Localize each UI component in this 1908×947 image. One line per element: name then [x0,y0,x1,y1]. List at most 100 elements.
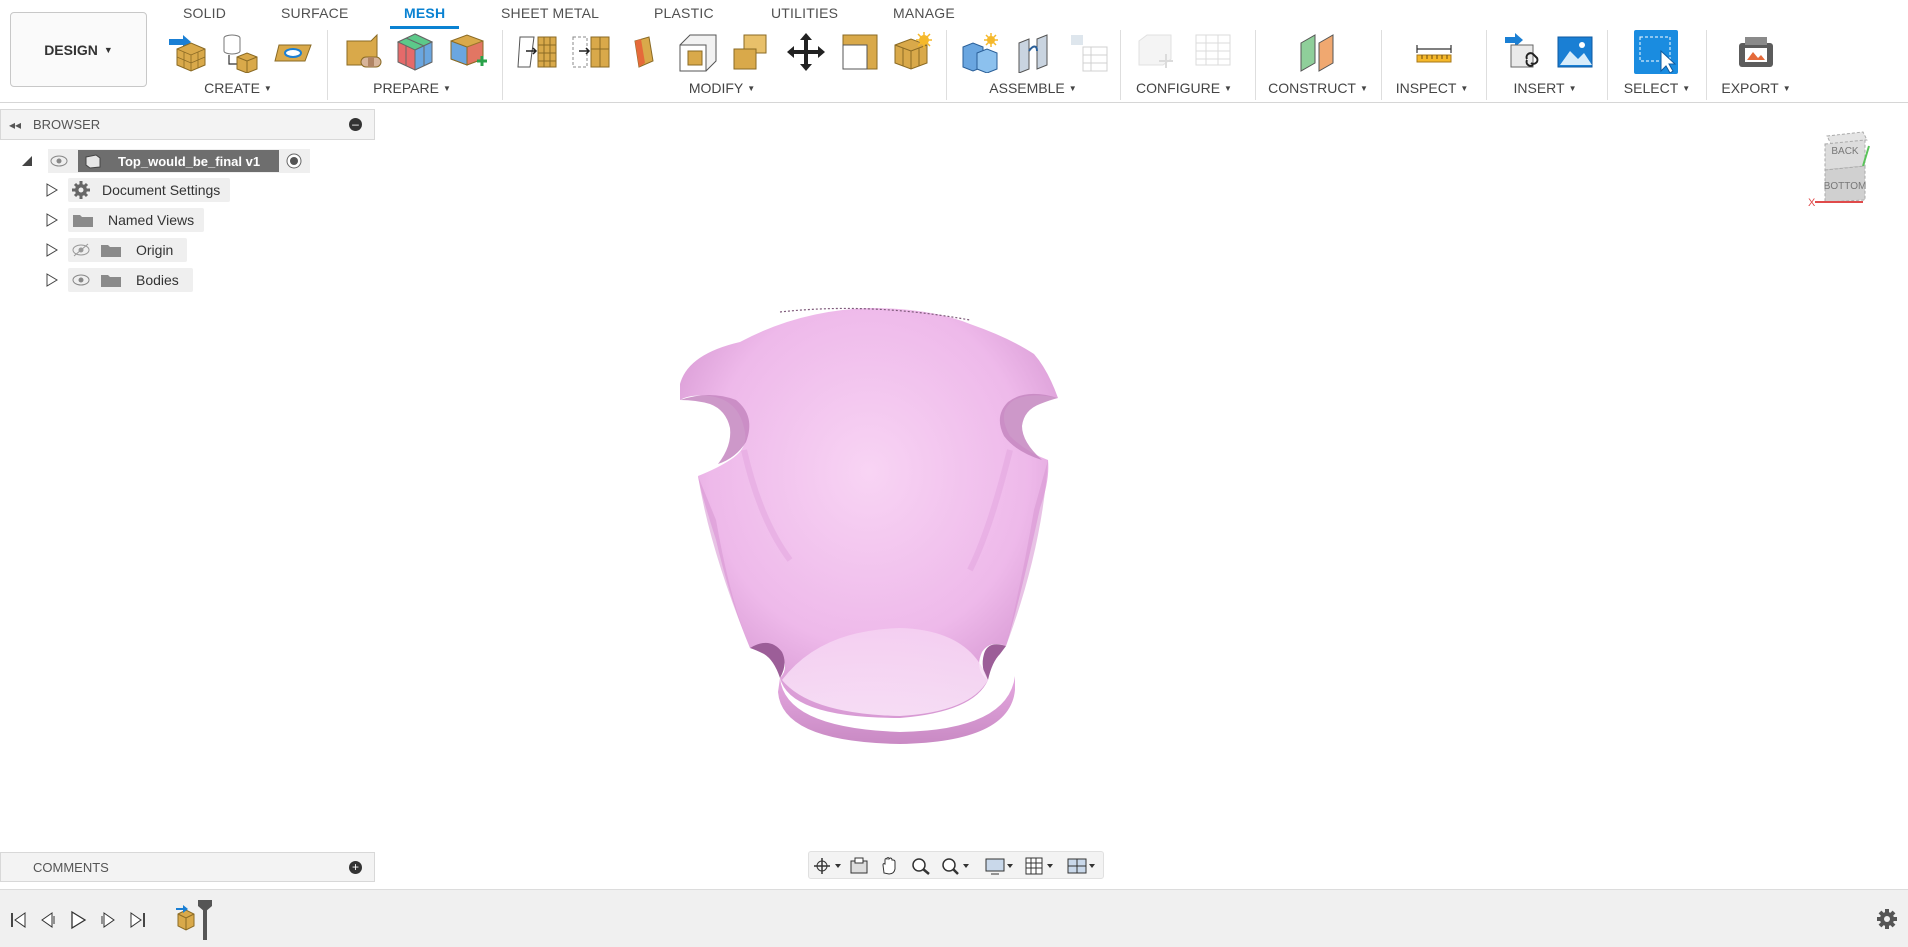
tab-plastic[interactable]: PLASTIC [654,4,714,26]
select-menu[interactable]: SELECT ▼ [1624,80,1690,96]
inspect-menu[interactable]: INSPECT ▼ [1396,80,1469,96]
visibility-eye-icon[interactable] [50,154,68,173]
construct-menu[interactable]: CONSTRUCT ▼ [1268,80,1368,96]
tab-utilities[interactable]: UTILITIES [771,4,838,26]
visibility-eye-icon[interactable] [72,273,90,287]
export-tool[interactable] [1734,30,1778,74]
measure-tool[interactable] [1412,30,1456,74]
erase-and-fill-tool[interactable] [622,30,666,74]
configure-menu[interactable]: CONFIGURE ▼ [1136,80,1232,96]
face-groups-icon [450,34,487,66]
scale-tool[interactable] [838,30,882,74]
tab-manage[interactable]: MANAGE [893,4,955,26]
play-button[interactable] [68,910,90,930]
convert-mesh-tool[interactable] [890,30,934,74]
workspace-switcher[interactable]: DESIGN ▼ [10,12,147,87]
remesh-tool[interactable] [393,30,437,74]
grid-snaps-button[interactable] [1025,857,1055,875]
reduce-tool[interactable] [568,30,612,74]
tree-expander[interactable] [46,243,58,262]
image-icon [1557,36,1593,68]
configure-table-tool[interactable] [1134,30,1178,74]
tab-mesh[interactable]: MESH [390,4,460,29]
tree-expander[interactable] [46,213,58,232]
separator [1486,30,1487,100]
modify-menu[interactable]: MODIFY ▼ [689,80,755,96]
remesh-icon [396,33,434,71]
tree-item-bodies[interactable]: Bodies [68,267,193,293]
hidden-eye-icon[interactable] [72,243,90,257]
shell-tool[interactable] [675,30,719,74]
collapsed-triangle-icon [46,243,58,257]
select-box-icon [1639,36,1677,73]
tree-root-expander[interactable] [22,154,34,166]
first-icon [11,912,26,928]
tree-expander[interactable] [46,273,58,292]
tree-expander[interactable] [46,183,58,202]
orbit-icon [814,858,841,874]
view-cube[interactable]: BACK BOTTOM X [1805,128,1885,209]
separator [502,30,503,100]
look-at-button[interactable] [849,857,879,875]
tree-item-origin[interactable]: Origin [68,237,188,263]
collapse-panel-icon[interactable]: ◂◂ [9,118,27,132]
export-menu[interactable]: EXPORT ▼ [1721,80,1790,96]
insert-mesh-icon [169,35,206,72]
axis-x-label: X [1808,197,1816,208]
play-icon [71,910,87,930]
separator [1706,30,1707,100]
new-component-tool[interactable] [958,30,1002,74]
tree-item-document-settings[interactable]: Document Settings [68,177,231,203]
timeline-settings-button[interactable] [1876,908,1898,930]
zoom-button[interactable] [911,857,941,875]
tree-item-named-views[interactable]: Named Views [68,207,205,233]
collapsed-triangle-icon [46,273,58,287]
configure-rule-tool[interactable] [1191,30,1235,74]
display-settings-button[interactable] [985,857,1015,875]
move-copy-tool[interactable] [784,30,828,74]
offset-plane-tool[interactable] [1296,30,1340,74]
assemble-menu[interactable]: ASSEMBLE ▼ [989,80,1076,96]
fit-button[interactable] [941,857,971,875]
last-button[interactable] [128,910,150,930]
add-comment-icon[interactable]: + [349,861,362,874]
tree-root-label[interactable]: Top_would_be_final v1 [78,150,279,172]
generate-face-groups-tool[interactable] [446,30,490,74]
grid-icon [1025,857,1053,875]
look-at-icon [850,857,868,874]
orbit-button[interactable] [813,857,843,875]
bom-icon [1071,35,1108,72]
insert-derive-tool[interactable] [1502,30,1546,74]
chevron-down-icon: ▼ [103,44,113,55]
tab-surface[interactable]: SURFACE [281,4,349,26]
folder-icon [72,212,94,228]
pan-button[interactable] [879,857,909,875]
minimize-browser-icon[interactable]: – [349,118,362,131]
bill-of-materials-tool[interactable] [1066,30,1110,74]
insert-menu[interactable]: INSERT ▼ [1513,80,1576,96]
activate-radio-icon[interactable] [285,152,303,175]
create-menu[interactable]: CREATE ▼ [204,80,272,96]
separator [327,30,328,100]
tab-sheet-metal[interactable]: SHEET METAL [501,4,599,26]
joint-tool[interactable] [1012,30,1056,74]
insert-mesh-tool[interactable] [166,30,210,74]
view-cube-top-label: BACK [1831,146,1859,157]
viewports-button[interactable] [1067,857,1097,875]
new-component-icon [962,33,998,73]
repair-tool[interactable] [340,30,384,74]
insert-canvas-tool[interactable] [1553,30,1597,74]
next-button[interactable] [98,910,120,930]
previous-button[interactable] [38,910,60,930]
first-button[interactable] [8,910,30,930]
prepare-menu[interactable]: PREPARE ▼ [373,80,451,96]
tessellate-tool[interactable] [218,30,262,74]
select-tool[interactable] [1634,30,1678,74]
mesh-model[interactable] [670,300,1130,750]
zoom-icon [912,858,930,875]
plane-cut-tool[interactable] [515,30,559,74]
tab-solid[interactable]: SOLID [183,4,226,26]
timeline-marker[interactable] [198,900,212,940]
combine-tool[interactable] [729,30,773,74]
create-face-group-tool[interactable] [272,30,316,74]
